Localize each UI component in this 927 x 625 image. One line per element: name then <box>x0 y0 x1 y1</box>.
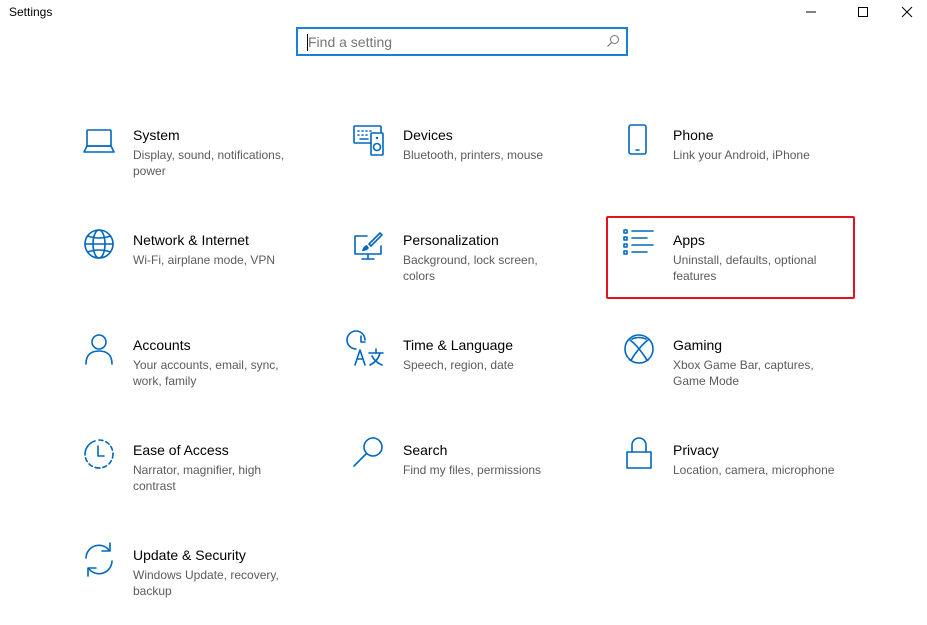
globe-icon <box>83 229 119 268</box>
tile-title: Network & Internet <box>133 232 249 248</box>
tile-privacy[interactable]: Privacy Location, camera, microphone <box>623 437 873 520</box>
tile-title: Phone <box>673 127 714 143</box>
xbox-icon <box>623 334 659 373</box>
tile-description: Windows Update, recovery, backup <box>133 568 279 598</box>
tile-phone[interactable]: Phone Link your Android, iPhone <box>623 124 873 205</box>
tile-title: Search <box>403 442 448 458</box>
close-button[interactable] <box>887 0 927 24</box>
lock-icon <box>623 437 659 478</box>
tile-title: Update & Security <box>133 547 246 563</box>
person-icon <box>83 334 119 373</box>
tile-description: Your accounts, email, sync, work, family <box>133 358 279 388</box>
tile-title: Ease of Access <box>133 442 229 458</box>
magnifier-icon <box>353 437 389 478</box>
tile-system[interactable]: System Display, sound, notifications, po… <box>83 127 333 205</box>
tile-description: Bluetooth, printers, mouse <box>403 148 544 162</box>
tile-description: Speech, region, date <box>403 358 514 372</box>
tile-ease-of-access[interactable]: Ease of Access Narrator, magnifier, high… <box>83 439 333 520</box>
tile-network-internet[interactable]: Network & Internet Wi-Fi, airplane mode,… <box>83 229 333 310</box>
apps-list-icon <box>623 229 659 268</box>
keyboard-speaker-icon <box>353 125 389 163</box>
tile-update-security[interactable]: Update & Security Windows Update, recove… <box>83 542 333 625</box>
tile-description: Find my files, permissions <box>403 463 542 477</box>
search-input[interactable] <box>308 32 598 52</box>
tile-time-language[interactable]: Time & Language Speech, region, date <box>346 330 603 415</box>
search-box[interactable] <box>296 27 628 56</box>
tile-title: Time & Language <box>403 337 513 353</box>
tile-personalization[interactable]: Personalization Background, lock screen,… <box>353 232 603 310</box>
maximize-button[interactable] <box>843 0 883 24</box>
tile-description: Xbox Game Bar, captures, Game Mode <box>673 358 814 388</box>
close-icon <box>901 6 913 18</box>
tile-search[interactable]: Search Find my files, permissions <box>353 437 603 520</box>
tile-accounts[interactable]: Accounts Your accounts, email, sync, wor… <box>83 334 333 415</box>
tile-title: Gaming <box>673 337 723 353</box>
tile-title: Privacy <box>673 442 719 458</box>
ease-of-access-icon <box>83 439 119 478</box>
tile-description: Narrator, magnifier, high contrast <box>133 463 262 493</box>
tile-apps[interactable]: Apps Uninstall, defaults, optional featu… <box>623 229 873 310</box>
tile-devices[interactable]: Devices Bluetooth, printers, mouse <box>353 125 603 205</box>
tile-title: Accounts <box>133 337 191 353</box>
tile-description: Wi-Fi, airplane mode, VPN <box>133 253 276 267</box>
tile-gaming[interactable]: Gaming Xbox Game Bar, captures, Game Mod… <box>623 334 873 415</box>
tile-title: Apps <box>673 232 705 248</box>
tile-description: Link your Android, iPhone <box>673 148 810 162</box>
sync-arrows-icon <box>83 542 119 583</box>
minimize-icon <box>806 11 816 13</box>
tile-description: Display, sound, notifications, power <box>133 148 285 178</box>
title-bar: Settings <box>0 0 927 24</box>
tile-description: Location, camera, microphone <box>673 463 835 477</box>
tile-description: Uninstall, defaults, optional features <box>673 253 817 283</box>
tile-title: Devices <box>403 127 453 143</box>
minimize-button[interactable] <box>791 0 831 24</box>
tile-description: Background, lock screen, colors <box>403 253 538 283</box>
phone-icon <box>623 124 659 163</box>
tile-title: System <box>133 127 180 143</box>
paint-brush-icon <box>353 232 389 268</box>
maximize-icon <box>858 7 868 17</box>
laptop-icon <box>83 127 119 163</box>
time-language-icon <box>346 330 389 373</box>
tile-title: Personalization <box>403 232 499 248</box>
window-title: Settings <box>9 5 53 19</box>
search-icon <box>607 35 619 47</box>
